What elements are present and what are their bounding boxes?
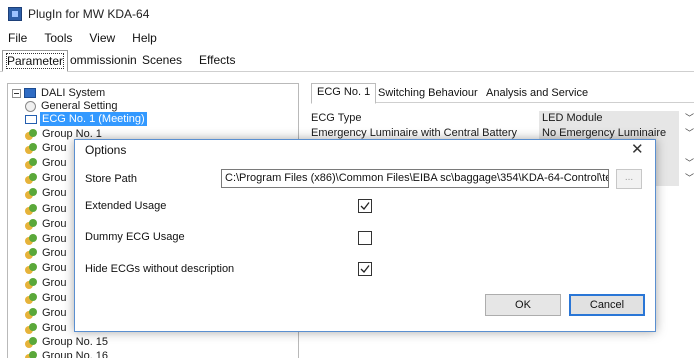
window-title: PlugIn for MW KDA-64 [28,6,150,21]
app-icon [8,6,22,21]
group-icon [25,172,37,184]
tree-item-label: ECG No. 1 (Meeting) [40,112,147,126]
dialog-title: Options [85,143,127,157]
group-icon [25,262,37,274]
tree-item-label: Grou [42,322,67,334]
menu-view[interactable]: View [89,31,115,45]
group-icon [25,142,37,154]
tree-item-group[interactable]: Grou [25,186,68,200]
tree-item-label: Group No. 16 [42,350,109,358]
ok-button[interactable]: OK [485,294,561,316]
options-dialog: Options ✕ Store Path C:\Program Files (x… [74,139,656,332]
cancel-button[interactable]: Cancel [569,294,645,316]
extended-usage-label: Extended Usage [85,200,167,212]
tree-item-label: Grou [42,218,67,230]
tree-item-label: Grou [42,307,67,319]
menu-bar: File Tools View Help [0,27,694,48]
tree-item-group[interactable]: Grou [25,202,68,216]
tree-item-label: Grou [42,203,67,215]
tree-item-group[interactable]: Grou [25,261,68,275]
ecg-type-select[interactable]: LED Module [539,111,679,126]
menu-file[interactable]: File [8,31,27,45]
tree-item-group[interactable]: Group No. 16 [25,349,110,358]
tree-item-label: Grou [42,247,67,259]
extended-usage-checkbox[interactable] [358,199,372,213]
tree-item-group[interactable]: Grou [25,141,68,155]
tree-item-group[interactable]: Grou [25,246,68,260]
chevron-down-icon[interactable]: ﹀ [685,156,694,171]
general-setting-icon [25,100,36,112]
dali-system-icon [24,88,36,98]
tree-item-label: Grou [42,292,67,304]
group-icon [25,128,37,140]
group-icon [25,247,37,259]
tree-item-group[interactable]: Grou [25,156,68,170]
group-icon [25,187,37,199]
tab-switching-behaviour[interactable]: Switching Behaviour [373,85,483,103]
main-tab-bar: Parameter ommissionin Scenes Effects [0,49,694,72]
dummy-ecg-usage-label: Dummy ECG Usage [85,231,185,243]
tree-item-label: Grou [42,187,67,199]
group-icon [25,350,37,358]
tab-scenes[interactable]: Scenes [138,50,186,72]
tree-item-ecg-1[interactable]: ECG No. 1 (Meeting) [25,112,147,126]
group-icon [25,218,37,230]
tree-root[interactable]: DALI System [12,86,107,100]
browse-button[interactable]: ... [616,169,642,189]
group-icon [25,292,37,304]
checkmark-icon [360,265,370,273]
tab-effects[interactable]: Effects [195,50,239,72]
group-icon [25,203,37,215]
menu-help[interactable]: Help [132,31,157,45]
tree-item-group[interactable]: Grou [25,171,68,185]
tab-parameter-label: Parameter [5,53,65,69]
hide-ecgs-checkbox[interactable] [358,262,372,276]
chevron-down-icon[interactable]: ﹀ [685,126,694,141]
tree-item-label: Grou [42,157,67,169]
tree-item-group[interactable]: Grou [25,276,68,290]
ecg-icon [25,114,37,124]
tree-item-label: Grou [42,277,67,289]
group-icon [25,307,37,319]
tree-item-label: Grou [42,142,67,154]
tab-parameter[interactable]: Parameter [2,50,69,72]
store-path-label: Store Path [85,173,137,185]
collapse-icon[interactable] [12,88,21,98]
tree-item-group[interactable]: Grou [25,321,68,335]
tab-analysis-service[interactable]: Analysis and Service [481,85,593,103]
tree-item-label: Grou [42,233,67,245]
tree-item-label: Group No. 15 [42,336,109,348]
tree-item-label: Grou [42,172,67,184]
dummy-ecg-usage-checkbox[interactable] [358,231,372,245]
group-icon [25,157,37,169]
tab-commissioning[interactable]: ommissionin [66,50,141,72]
hide-ecgs-label: Hide ECGs without description [85,263,235,275]
group-icon [25,277,37,289]
tree-item-group[interactable]: Grou [25,217,68,231]
store-path-input[interactable]: C:\Program Files (x86)\Common Files\EIBA… [221,169,609,188]
tree-root-label: DALI System [41,87,106,99]
title-bar: PlugIn for MW KDA-64 [0,0,694,27]
checkmark-icon [360,202,370,210]
tree-item-label: Grou [42,262,67,274]
close-icon[interactable]: ✕ [631,140,644,158]
group-icon [25,336,37,348]
ecg-tab-bar: ECG No. 1 Switching Behaviour Analysis a… [311,83,694,104]
tree-item-group[interactable]: Grou [25,291,68,305]
menu-tools[interactable]: Tools [44,31,72,45]
tree-item-general[interactable]: General Setting [25,99,119,113]
property-name: ECG Type [311,112,362,124]
tree-item-group[interactable]: Grou [25,232,68,246]
chevron-down-icon[interactable]: ﹀ [685,111,694,126]
tree-item-group[interactable]: Grou [25,306,68,320]
group-icon [25,233,37,245]
group-icon [25,322,37,334]
chevron-down-icon[interactable]: ﹀ [685,171,694,186]
tab-ecg-no-1[interactable]: ECG No. 1 [311,83,377,104]
tree-item-label: General Setting [41,100,118,112]
tree-item-group[interactable]: Group No. 15 [25,335,110,349]
